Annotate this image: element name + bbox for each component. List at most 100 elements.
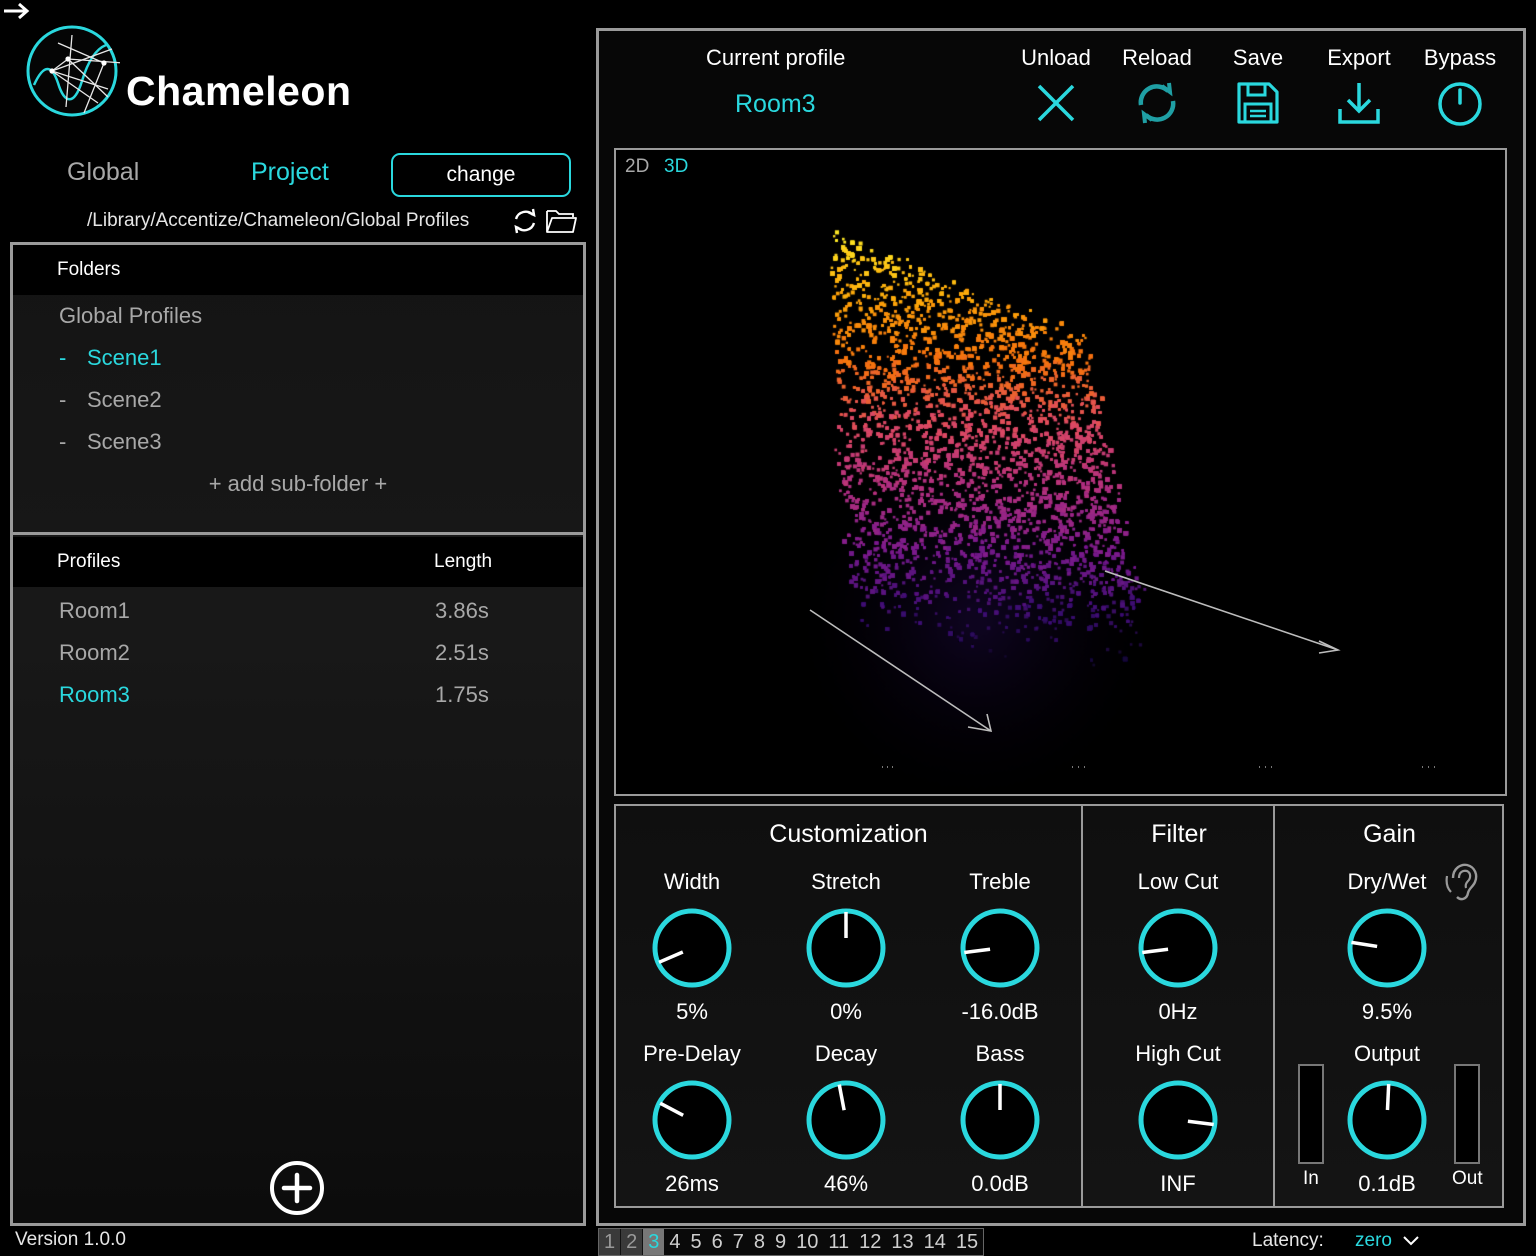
treble-knob[interactable] — [958, 906, 1042, 990]
folder-label: Scene1 — [87, 345, 162, 370]
page-tab[interactable]: 15 — [951, 1229, 983, 1255]
preset-page-tabs: 1 2 3 4 5 6 7 8 9 10 11 12 13 14 15 — [598, 1228, 985, 1256]
output-label: Output — [1353, 1041, 1421, 1066]
low-cut-value: 0Hz — [1158, 999, 1198, 1024]
knob-pointer — [1385, 1083, 1391, 1111]
high-cut-knob[interactable] — [1136, 1078, 1220, 1162]
pre-delay-knob[interactable] — [650, 1078, 734, 1162]
page-tab[interactable]: 4 — [664, 1229, 685, 1255]
page-tab[interactable]: 11 — [823, 1229, 854, 1255]
input-meter-label: In — [1303, 1168, 1319, 1189]
section-title: Gain — [1363, 820, 1416, 848]
output-knob-group: Output 0.1dB — [1327, 1040, 1447, 1197]
change-button[interactable]: change — [391, 153, 571, 197]
page-tab[interactable]: 7 — [728, 1229, 749, 1255]
folder-root[interactable]: Global Profiles — [59, 303, 202, 329]
treble-label: Treble — [969, 869, 1031, 894]
profiles-header: Profiles Length — [13, 537, 583, 587]
low-cut-knob[interactable] — [1136, 906, 1220, 990]
page-tab[interactable]: 14 — [919, 1229, 951, 1255]
latency-dropdown[interactable]: zero — [1355, 1230, 1419, 1252]
unload-label: Unload — [1021, 45, 1091, 70]
page-tab[interactable]: 13 — [886, 1229, 918, 1255]
latency-value: zero — [1355, 1230, 1392, 1251]
width-knob[interactable] — [650, 906, 734, 990]
reload-button[interactable]: Reload — [1107, 45, 1207, 125]
reload-icon — [1138, 82, 1176, 124]
folder-item[interactable]: - Scene2 — [59, 387, 162, 413]
view-3d-toggle[interactable]: 3D — [664, 156, 688, 178]
page-tab[interactable]: 6 — [707, 1229, 728, 1255]
output-knob[interactable] — [1345, 1078, 1429, 1162]
ear-icon[interactable] — [1445, 862, 1479, 902]
page-tab[interactable]: 9 — [770, 1229, 791, 1255]
arrow-right-icon — [4, 2, 30, 20]
folder-open-icon[interactable] — [545, 208, 577, 234]
page-tab[interactable]: 12 — [854, 1229, 886, 1255]
profiles-path: /Library/Accentize/Chameleon/Global Prof… — [87, 210, 470, 231]
width-knob-group: Width 5% — [632, 868, 752, 1025]
section-title: Filter — [1151, 820, 1207, 848]
add-subfolder-button[interactable]: + add sub-folder + — [13, 471, 583, 497]
tab-project[interactable]: Project — [251, 158, 329, 187]
library-panel: Folders Global Profiles - Scene1 - Scene2 … — [10, 242, 586, 1226]
download-icon — [1338, 83, 1380, 124]
knob-ring — [1138, 908, 1218, 988]
close-icon — [1037, 84, 1075, 122]
app-title: Chameleon — [126, 68, 352, 114]
bass-knob[interactable] — [958, 1078, 1042, 1162]
profile-row[interactable]: Room1 3.86s — [13, 590, 583, 632]
folder-label: Scene3 — [87, 429, 162, 454]
input-meter — [1298, 1064, 1324, 1164]
customization-section: Customization Width 5% Stretch 0% Treble -16.… — [616, 806, 1081, 1206]
profile-row[interactable]: Room2 2.51s — [13, 632, 583, 674]
refresh-icon[interactable] — [510, 207, 540, 235]
pre-delay-knob-group: Pre-Delay 26ms — [632, 1040, 752, 1197]
save-icon — [1237, 82, 1279, 124]
page-tab[interactable]: 10 — [791, 1229, 823, 1255]
ir-visualization[interactable]: 2D 3D — [614, 148, 1507, 796]
page-tab[interactable]: 3 — [643, 1229, 665, 1255]
dry-wet-knob[interactable] — [1345, 906, 1429, 990]
pre-delay-label: Pre-Delay — [643, 1041, 741, 1066]
version-label: Version 1.0.0 — [15, 1229, 126, 1250]
knob-ring — [1138, 1080, 1218, 1160]
knob-ring — [960, 908, 1040, 988]
chevron-down-icon — [1403, 1236, 1419, 1246]
view-2d-toggle[interactable]: 2D — [625, 156, 649, 178]
section-divider — [13, 532, 583, 535]
axis-ticks — [882, 766, 1435, 768]
high-cut-label: High Cut — [1135, 1041, 1221, 1066]
dry-wet-value: 9.5% — [1361, 999, 1413, 1024]
tab-global[interactable]: Global — [67, 158, 139, 187]
export-button[interactable]: Export — [1309, 45, 1409, 125]
bypass-button[interactable]: Bypass — [1410, 45, 1510, 127]
output-meter — [1454, 1064, 1480, 1164]
page-tab[interactable]: 2 — [621, 1229, 644, 1255]
profile-row[interactable]: Room3 1.75s — [13, 674, 583, 716]
controls-panel: Customization Width 5% Stretch 0% Treble -16.… — [614, 804, 1504, 1208]
unload-button[interactable]: Unload — [1006, 45, 1106, 125]
knob-ring — [652, 1080, 732, 1160]
power-icon — [1438, 82, 1482, 126]
folder-dash: - — [59, 387, 67, 412]
plus-circle-icon[interactable] — [268, 1159, 326, 1217]
page-tab[interactable]: 8 — [749, 1229, 770, 1255]
length-column-header[interactable]: Length — [434, 551, 492, 573]
current-profile-value: Room3 — [735, 90, 816, 118]
folder-item[interactable]: - Scene3 — [59, 429, 162, 455]
save-button[interactable]: Save — [1208, 45, 1308, 125]
decay-knob[interactable] — [804, 1078, 888, 1162]
folders-header-label: Folders — [57, 259, 121, 280]
page-tab[interactable]: 5 — [686, 1229, 707, 1255]
profiles-column-header[interactable]: Profiles — [57, 551, 120, 573]
bypass-label: Bypass — [1423, 45, 1497, 70]
knob-ring — [652, 908, 732, 988]
stretch-knob[interactable] — [804, 906, 888, 990]
treble-value: -16.0dB — [961, 999, 1039, 1024]
folder-item[interactable]: - Scene1 — [59, 345, 162, 371]
page-tab[interactable]: 1 — [599, 1229, 622, 1255]
output-value: 0.1dB — [1358, 1171, 1416, 1196]
bass-label: Bass — [975, 1041, 1025, 1066]
low-cut-knob-group: Low Cut 0Hz — [1118, 868, 1238, 1025]
